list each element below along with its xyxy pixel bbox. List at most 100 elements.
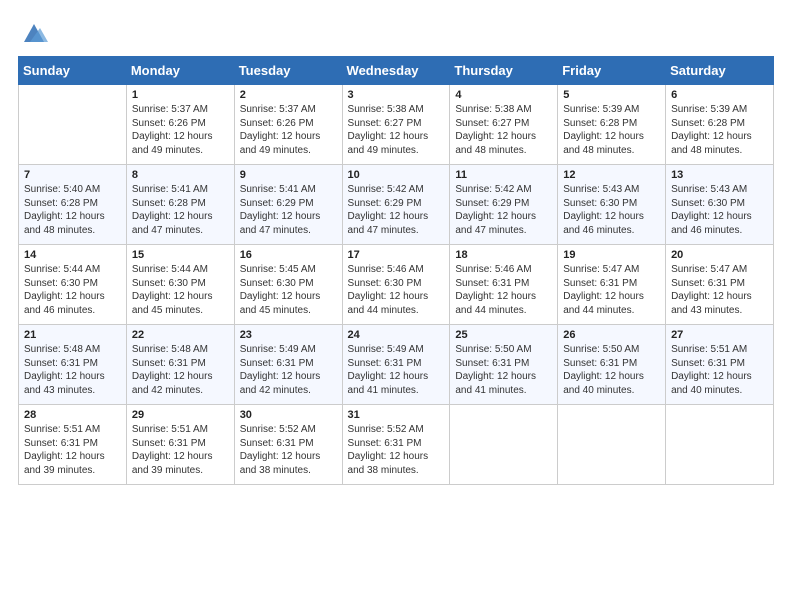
- weekday-header: Tuesday: [234, 57, 342, 85]
- calendar-cell: [19, 85, 127, 165]
- calendar-cell: 7Sunrise: 5:40 AMSunset: 6:28 PMDaylight…: [19, 165, 127, 245]
- cell-line: Daylight: 12 hours: [563, 370, 660, 384]
- day-number: 17: [348, 249, 445, 261]
- cell-line: Daylight: 12 hours: [563, 290, 660, 304]
- calendar-cell: 20Sunrise: 5:47 AMSunset: 6:31 PMDayligh…: [666, 245, 774, 325]
- weekday-header: Friday: [558, 57, 666, 85]
- day-number: 12: [563, 169, 660, 181]
- cell-line: Sunrise: 5:39 AM: [563, 103, 660, 117]
- cell-line: Daylight: 12 hours: [563, 130, 660, 144]
- cell-line: Sunrise: 5:52 AM: [348, 423, 445, 437]
- cell-line: Sunrise: 5:42 AM: [348, 183, 445, 197]
- weekday-header: Sunday: [19, 57, 127, 85]
- calendar-cell: [666, 405, 774, 485]
- day-number: 13: [671, 169, 768, 181]
- cell-line: Sunset: 6:30 PM: [563, 197, 660, 211]
- calendar-cell: 2 Sunrise: 5:37 AMSunset: 6:26 PMDaylight…: [234, 85, 342, 165]
- cell-line: and 41 minutes.: [455, 384, 552, 398]
- cell-line: Sunset: 6:31 PM: [240, 357, 337, 371]
- cell-line: Sunset: 6:27 PM: [348, 117, 445, 131]
- day-number: 29: [132, 409, 229, 421]
- cell-line: and 40 minutes.: [671, 384, 768, 398]
- cell-line: Daylight: 12 hours: [563, 210, 660, 224]
- cell-line: Daylight: 12 hours: [24, 290, 121, 304]
- calendar-cell: 1Sunrise: 5:37 AMSunset: 6:26 PMDaylight…: [126, 85, 234, 165]
- cell-line: Daylight: 12 hours: [132, 130, 229, 144]
- cell-line: Sunset: 6:30 PM: [24, 277, 121, 291]
- calendar-cell: 12 Sunrise: 5:43 AMSunset: 6:30 PMDayligh…: [558, 165, 666, 245]
- cell-line: and 46 minutes.: [563, 224, 660, 238]
- cell-line: and 44 minutes.: [348, 304, 445, 318]
- cell-line: Daylight: 12 hours: [240, 130, 337, 144]
- calendar-cell: 31Sunrise: 5:52 AMSunset: 6:31 PMDayligh…: [342, 405, 450, 485]
- cell-line: Sunrise: 5:43 AM: [563, 183, 660, 197]
- cell-line: Daylight: 12 hours: [348, 290, 445, 304]
- day-number: 2: [240, 89, 337, 101]
- calendar-cell: 26Sunrise: 5:50 AMSunset: 6:31 PMDayligh…: [558, 325, 666, 405]
- cell-line: Daylight: 12 hours: [348, 370, 445, 384]
- cell-line: Daylight: 12 hours: [132, 370, 229, 384]
- day-number: 25: [455, 329, 552, 341]
- cell-line: and 47 minutes.: [348, 224, 445, 238]
- cell-line: and 49 minutes.: [348, 144, 445, 158]
- calendar-cell: 13Sunrise: 5:43 AMSunset: 6:30 PMDayligh…: [666, 165, 774, 245]
- cell-line: Daylight: 12 hours: [24, 370, 121, 384]
- weekday-header: Wednesday: [342, 57, 450, 85]
- cell-line: and 45 minutes.: [132, 304, 229, 318]
- cell-line: and 47 minutes.: [455, 224, 552, 238]
- cell-line: Daylight: 12 hours: [240, 370, 337, 384]
- cell-line: Sunset: 6:28 PM: [24, 197, 121, 211]
- cell-line: Daylight: 12 hours: [240, 450, 337, 464]
- cell-line: Sunrise: 5:46 AM: [455, 263, 552, 277]
- calendar-cell: 4Sunrise: 5:38 AMSunset: 6:27 PMDaylight…: [450, 85, 558, 165]
- day-number: 8: [132, 169, 229, 181]
- cell-line: Sunset: 6:31 PM: [348, 437, 445, 451]
- cell-line: Daylight: 12 hours: [240, 210, 337, 224]
- cell-line: Sunrise: 5:37 AM: [132, 103, 229, 117]
- cell-line: and 42 minutes.: [240, 384, 337, 398]
- cell-line: Sunrise: 5:41 AM: [132, 183, 229, 197]
- cell-line: Sunrise: 5:37 AM: [240, 103, 337, 117]
- cell-line: Sunrise: 5:49 AM: [240, 343, 337, 357]
- cell-line: Sunrise: 5:51 AM: [671, 343, 768, 357]
- day-number: 30: [240, 409, 337, 421]
- cell-line: Sunset: 6:31 PM: [455, 357, 552, 371]
- cell-line: Daylight: 12 hours: [132, 450, 229, 464]
- cell-line: Sunset: 6:31 PM: [455, 277, 552, 291]
- day-number: 16: [240, 249, 337, 261]
- cell-line: Daylight: 12 hours: [455, 210, 552, 224]
- calendar-cell: 6Sunrise: 5:39 AMSunset: 6:28 PMDaylight…: [666, 85, 774, 165]
- cell-line: Sunrise: 5:50 AM: [563, 343, 660, 357]
- cell-line: Sunrise: 5:51 AM: [24, 423, 121, 437]
- cell-line: Sunset: 6:31 PM: [24, 357, 121, 371]
- day-number: 28: [24, 409, 121, 421]
- day-number: 10: [348, 169, 445, 181]
- cell-line: and 45 minutes.: [240, 304, 337, 318]
- cell-line: Sunrise: 5:40 AM: [24, 183, 121, 197]
- cell-line: Sunset: 6:29 PM: [240, 197, 337, 211]
- cell-line: and 42 minutes.: [132, 384, 229, 398]
- day-number: 26: [563, 329, 660, 341]
- cell-line: Sunrise: 5:52 AM: [240, 423, 337, 437]
- logo: [18, 18, 48, 46]
- cell-line: Sunset: 6:31 PM: [348, 357, 445, 371]
- cell-line: Sunrise: 5:42 AM: [455, 183, 552, 197]
- cell-line: Sunset: 6:29 PM: [455, 197, 552, 211]
- day-number: 3: [348, 89, 445, 101]
- cell-line: Sunrise: 5:44 AM: [24, 263, 121, 277]
- calendar-table: SundayMondayTuesdayWednesdayThursdayFrid…: [18, 56, 774, 485]
- cell-line: Sunset: 6:26 PM: [132, 117, 229, 131]
- calendar-cell: 25Sunrise: 5:50 AMSunset: 6:31 PMDayligh…: [450, 325, 558, 405]
- cell-line: Sunset: 6:26 PM: [240, 117, 337, 131]
- cell-line: Sunset: 6:31 PM: [240, 437, 337, 451]
- calendar-cell: 27Sunrise: 5:51 AMSunset: 6:31 PMDayligh…: [666, 325, 774, 405]
- day-number: 27: [671, 329, 768, 341]
- cell-line: Sunset: 6:31 PM: [671, 277, 768, 291]
- cell-line: Sunset: 6:31 PM: [563, 277, 660, 291]
- day-number: 19: [563, 249, 660, 261]
- cell-line: and 41 minutes.: [348, 384, 445, 398]
- cell-line: Sunset: 6:27 PM: [455, 117, 552, 131]
- weekday-header: Thursday: [450, 57, 558, 85]
- cell-line: and 47 minutes.: [132, 224, 229, 238]
- cell-line: Daylight: 12 hours: [348, 450, 445, 464]
